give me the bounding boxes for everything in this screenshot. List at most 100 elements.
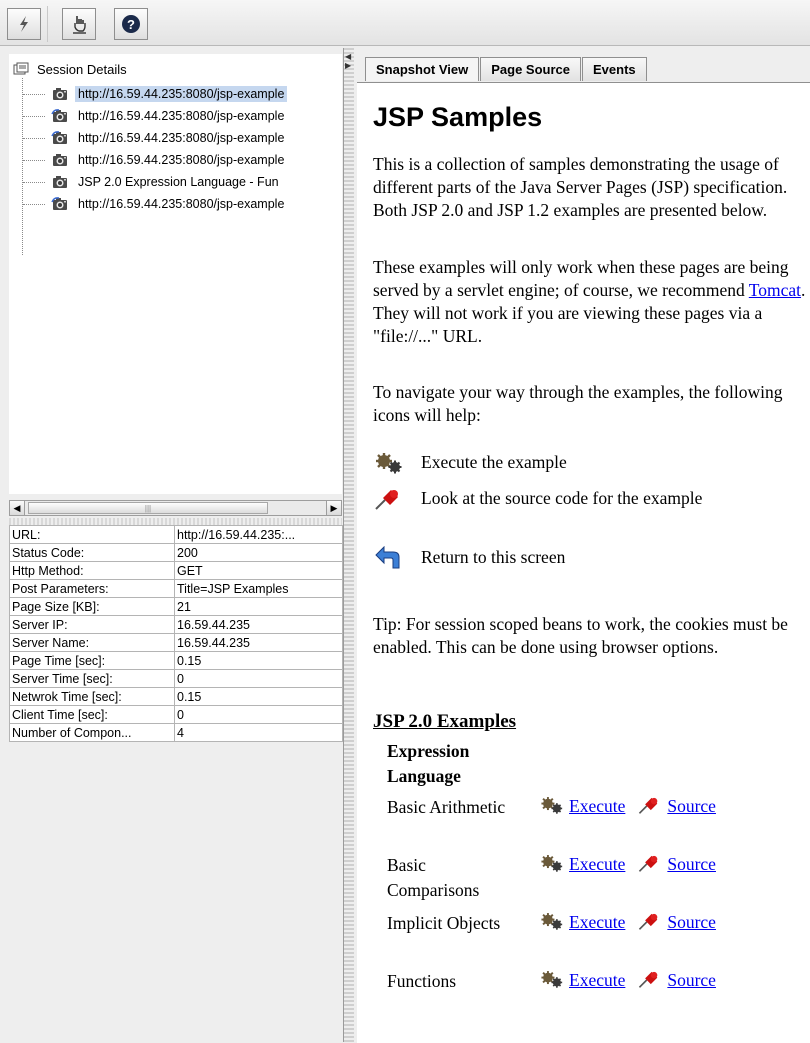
tree-connector bbox=[23, 182, 45, 183]
property-value: Title=JSP Examples bbox=[174, 579, 343, 598]
property-key: Server Name: bbox=[9, 633, 175, 652]
tab-page-source[interactable]: Page Source bbox=[480, 57, 581, 81]
hand-cursor-button[interactable] bbox=[62, 8, 96, 40]
tab-snapshot-view[interactable]: Snapshot View bbox=[365, 57, 480, 81]
property-key: Post Parameters: bbox=[9, 579, 175, 598]
session-item-label: JSP 2.0 Expression Language - Fun bbox=[78, 175, 279, 189]
execute-link[interactable]: Execute bbox=[569, 854, 625, 875]
svg-text:?: ? bbox=[127, 17, 135, 32]
table-row: Server Name: 16.59.44.235 bbox=[9, 633, 343, 652]
table-row: Post Parameters: Title=JSP Examples bbox=[9, 579, 343, 598]
example-label: Basic Comparisons bbox=[387, 855, 480, 900]
source-link[interactable]: Source bbox=[667, 796, 716, 817]
session-item[interactable]: http://16.59.44.235:8080/jsp-example bbox=[51, 128, 287, 148]
table-row: Server IP: 16.59.44.235 bbox=[9, 615, 343, 634]
return-arrow-icon bbox=[375, 546, 400, 569]
table-row: Number of Compon... 4 bbox=[9, 723, 343, 742]
table-row: Http Method: GET bbox=[9, 561, 343, 580]
pushpin-icon bbox=[638, 971, 659, 989]
property-value: 200 bbox=[174, 543, 343, 562]
legend-execute: Execute the example bbox=[373, 451, 567, 477]
help-button[interactable]: ? bbox=[114, 8, 148, 40]
viewer-panel: Snapshot View Page Source Events JSP Sam… bbox=[355, 48, 810, 1043]
page-title: JSP Samples bbox=[373, 102, 543, 132]
tree-connector bbox=[23, 160, 45, 161]
table-row: Status Code: 200 bbox=[9, 543, 343, 562]
source-link[interactable]: Source bbox=[667, 912, 716, 933]
property-value: 21 bbox=[174, 597, 343, 616]
source-link[interactable]: Source bbox=[667, 854, 716, 875]
table-row: URL: http://16.59.44.235:... bbox=[9, 525, 343, 544]
table-row: Page Size [KB]: 21 bbox=[9, 597, 343, 616]
tab-events[interactable]: Events bbox=[582, 57, 647, 81]
scroll-thumb[interactable]: ||| bbox=[28, 502, 268, 514]
left-arrow-icon: ◀ bbox=[13, 502, 21, 513]
session-item[interactable]: http://16.59.44.235:8080/jsp-example bbox=[51, 150, 287, 170]
section-heading: JSP 2.0 Examples bbox=[373, 711, 517, 732]
tip-paragraph: Tip: For session scoped beans to work, t… bbox=[373, 614, 788, 657]
table-row: Page Time [sec]: 0.15 bbox=[9, 651, 343, 670]
legend-text: Execute the example bbox=[421, 452, 567, 472]
execute-link[interactable]: Execute bbox=[569, 796, 625, 817]
vertical-splitter[interactable]: ◀ ▶ bbox=[344, 48, 354, 1042]
session-item-label: http://16.59.44.235:8080/jsp-example bbox=[78, 197, 285, 211]
table-row: Client Time [sec]: 0 bbox=[9, 705, 343, 724]
tree-horizontal-scrollbar[interactable]: ◀ ||| ▶ bbox=[9, 500, 342, 516]
tree-root-label: Session Details bbox=[37, 61, 127, 77]
pushpin-icon bbox=[375, 489, 399, 510]
property-key: Page Size [KB]: bbox=[9, 597, 175, 616]
example-label: Functions bbox=[387, 971, 457, 991]
horizontal-splitter[interactable] bbox=[9, 518, 342, 525]
gears-icon bbox=[540, 796, 564, 815]
tomcat-link[interactable]: Tomcat bbox=[749, 280, 801, 300]
tree-connector bbox=[23, 94, 45, 95]
session-root-icon bbox=[13, 62, 29, 75]
intro-paragraph: This is a collection of samples demonstr… bbox=[373, 154, 788, 220]
session-item[interactable]: JSP 2.0 Expression Language - Fun bbox=[51, 172, 282, 192]
snapshot-content: JSP Samples This is a collection of samp… bbox=[357, 82, 810, 1043]
camera-refresh-icon bbox=[51, 197, 67, 210]
property-value: 0.15 bbox=[174, 651, 343, 670]
example-label: Implicit Objects bbox=[387, 913, 501, 933]
gears-icon bbox=[374, 451, 403, 475]
toolbar-separator bbox=[47, 6, 48, 42]
table-row: Server Time [sec]: 0 bbox=[9, 669, 343, 688]
scroll-right-button[interactable]: ▶ bbox=[326, 501, 341, 515]
legend-source: Look at the source code for the example bbox=[373, 487, 733, 513]
property-key: Number of Compon... bbox=[9, 723, 175, 742]
camera-refresh-icon bbox=[51, 131, 67, 144]
legend-text: Return to this screen bbox=[421, 547, 566, 567]
subsection-heading: Expression Language bbox=[387, 741, 470, 786]
session-item[interactable]: http://16.59.44.235:8080/jsp-example bbox=[51, 106, 287, 126]
tree-connector bbox=[22, 78, 23, 255]
property-key: Server IP: bbox=[9, 615, 175, 634]
example-label: Basic Arithmetic bbox=[387, 797, 506, 817]
source-link[interactable]: Source bbox=[667, 970, 716, 991]
tree-root[interactable]: Session Details bbox=[13, 60, 127, 78]
tree-connector bbox=[23, 116, 45, 117]
scroll-left-button[interactable]: ◀ bbox=[10, 501, 25, 515]
camera-icon bbox=[53, 176, 67, 188]
session-tree[interactable]: Session Details http://16.59.44.235:8080… bbox=[9, 54, 342, 494]
table-row: Netwrok Time [sec]: 0.15 bbox=[9, 687, 343, 706]
session-item-label: http://16.59.44.235:8080/jsp-example bbox=[75, 86, 288, 102]
example-links: Execute Source bbox=[539, 853, 716, 875]
session-item[interactable]: http://16.59.44.235:8080/jsp-example bbox=[51, 194, 287, 214]
session-item[interactable]: http://16.59.44.235:8080/jsp-example bbox=[51, 84, 288, 104]
tree-connector bbox=[23, 204, 45, 205]
gears-icon bbox=[540, 912, 564, 931]
camera-icon bbox=[53, 154, 67, 166]
property-key: Http Method: bbox=[9, 561, 175, 580]
property-value: 0 bbox=[174, 669, 343, 688]
help-icon: ? bbox=[122, 15, 140, 33]
session-panel: Session Details http://16.59.44.235:8080… bbox=[0, 48, 344, 1042]
lightning-button[interactable] bbox=[7, 8, 41, 40]
session-item-label: http://16.59.44.235:8080/jsp-example bbox=[78, 131, 285, 145]
collapse-arrows-icon[interactable]: ◀ ▶ bbox=[345, 52, 351, 70]
execute-link[interactable]: Execute bbox=[569, 970, 625, 991]
execute-link[interactable]: Execute bbox=[569, 912, 625, 933]
camera-refresh-icon bbox=[51, 109, 67, 122]
property-value: 16.59.44.235 bbox=[174, 615, 343, 634]
gears-icon bbox=[540, 970, 564, 989]
hand-cursor-icon bbox=[73, 16, 86, 34]
